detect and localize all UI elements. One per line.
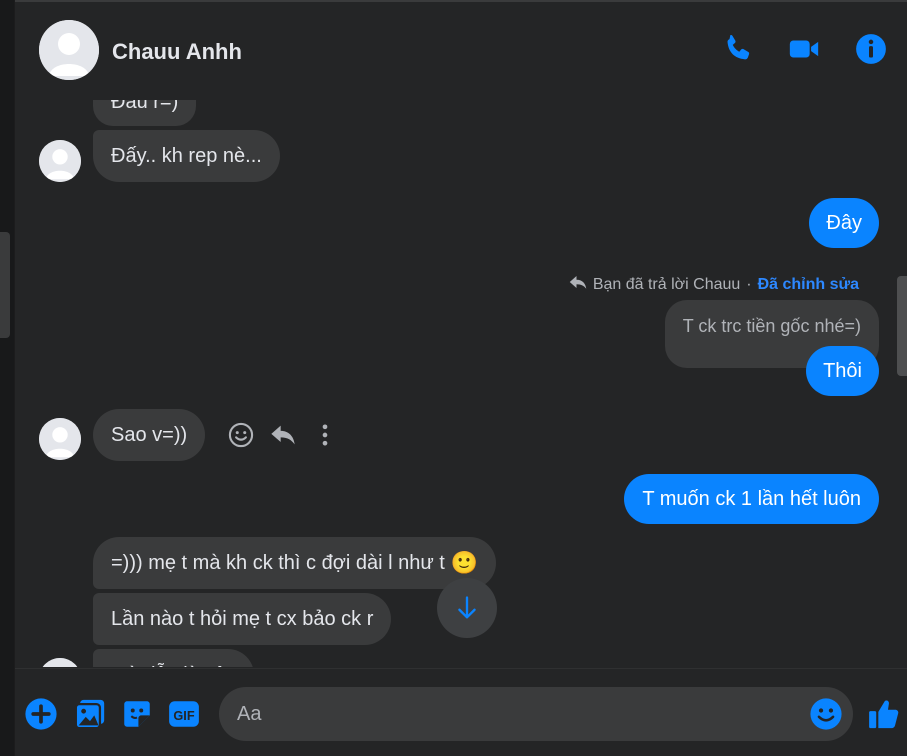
sender-avatar[interactable]	[39, 658, 81, 667]
message-text: =))) mẹ t mà kh ck thì c đợi dài l như t	[111, 552, 445, 574]
sender-avatar[interactable]	[39, 418, 81, 460]
left-panel-edge	[0, 0, 14, 756]
message-received[interactable]: Đâu r=)	[93, 100, 197, 126]
contact-name[interactable]: Chauu Anhh	[112, 39, 242, 65]
reply-icon[interactable]	[269, 421, 297, 449]
more-options-icon[interactable]	[311, 421, 339, 449]
like-icon[interactable]	[867, 697, 901, 731]
scroll-to-bottom-button[interactable]	[437, 578, 497, 638]
contact-avatar[interactable]	[39, 20, 99, 80]
sender-avatar[interactable]	[39, 140, 81, 182]
message-received[interactable]: Lần nào t hỏi mẹ t cx bảo ck r	[93, 593, 392, 645]
message-received[interactable]: =))) mẹ t mà kh ck thì c đợi dài l như t…	[93, 537, 497, 589]
message-composer: GIF	[15, 668, 907, 756]
phone-icon[interactable]	[721, 32, 755, 66]
info-icon[interactable]	[854, 32, 888, 66]
gif-icon[interactable]: GIF	[167, 697, 201, 731]
gif-label: GIF	[173, 708, 194, 723]
separator: ·	[746, 275, 752, 293]
video-camera-icon[interactable]	[787, 32, 821, 66]
image-icon[interactable]	[73, 697, 107, 731]
reply-indicator: Bạn đã trả lời Chauu · Đã chỉnh sửa	[569, 274, 859, 295]
sticker-icon[interactable]	[120, 697, 154, 731]
message-input-container[interactable]	[219, 687, 853, 741]
scrollbar-thumb[interactable]	[897, 276, 907, 376]
smile-emoji: 🙂	[450, 550, 479, 575]
plus-icon[interactable]	[24, 697, 58, 731]
conversation-header: Chauu Anhh	[15, 2, 907, 100]
message-received[interactable]: Đấy.. kh rep nè...	[93, 130, 280, 182]
message-received[interactable]: Mà dẫu là vậy	[93, 649, 254, 667]
message-sent[interactable]: Thôi	[806, 346, 879, 396]
edited-label[interactable]: Đã chỉnh sửa	[758, 276, 859, 294]
left-scrollbar[interactable]	[0, 232, 10, 338]
arrow-down-icon	[458, 596, 476, 619]
message-sent[interactable]: Đây	[809, 198, 879, 248]
message-input[interactable]	[237, 687, 797, 741]
reply-arrow-icon	[569, 274, 587, 295]
react-emoji-icon[interactable]	[227, 421, 255, 449]
reply-text: Bạn đã trả lời Chauu	[592, 275, 741, 293]
message-received[interactable]: Sao v=))	[93, 409, 206, 461]
emoji-icon[interactable]	[809, 697, 843, 731]
message-sent[interactable]: T muốn ck 1 lần hết luôn	[624, 474, 879, 524]
